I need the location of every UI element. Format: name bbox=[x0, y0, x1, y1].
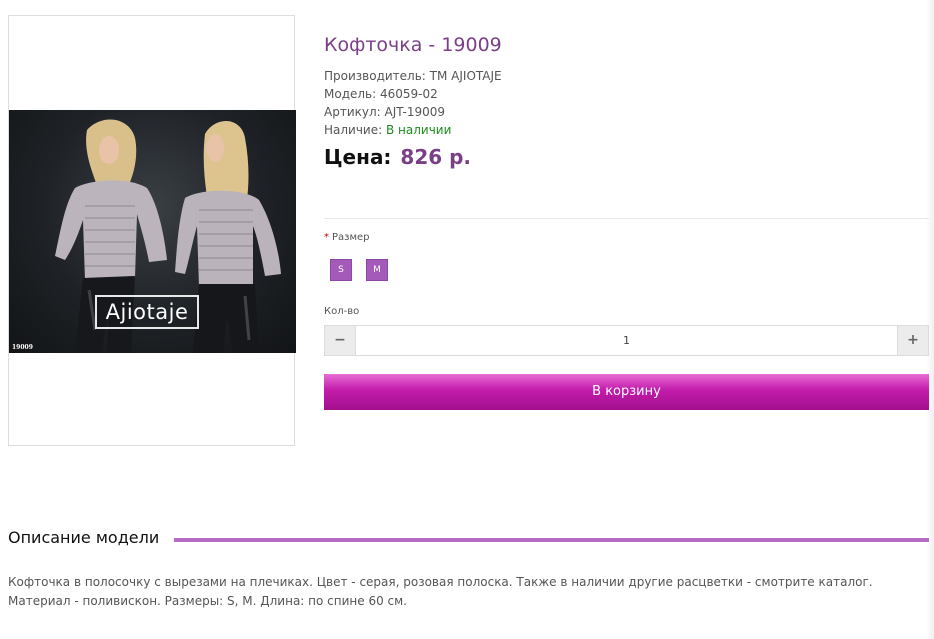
brand-logo: Ajiotaje bbox=[95, 295, 199, 329]
photo-code-label: 19009 bbox=[12, 344, 33, 351]
size-label-text: Размер bbox=[332, 232, 370, 243]
plus-icon: + bbox=[907, 332, 919, 348]
description-heading-rule bbox=[174, 538, 929, 542]
description-text: Кофточка в полосочку с вырезами на плечи… bbox=[8, 575, 873, 608]
size-option-m[interactable]: M bbox=[366, 259, 388, 281]
quantity-label: Кол-во bbox=[324, 306, 360, 317]
product-title: Кофточка - 19009 bbox=[324, 34, 502, 56]
manufacturer-label: Производитель: bbox=[324, 69, 426, 83]
required-mark: * bbox=[324, 232, 329, 243]
price-value: 826 р. bbox=[400, 145, 472, 169]
model-label: Модель: bbox=[324, 87, 377, 101]
sku-label: Артикул: bbox=[324, 105, 381, 119]
model-value: 46059-02 bbox=[380, 87, 438, 101]
product-image-frame[interactable]: Ajiotaje 19009 bbox=[8, 15, 296, 446]
minus-icon: − bbox=[334, 332, 346, 348]
product-specs: Производитель: ТМ AJIOTAJE Модель: 46059… bbox=[324, 67, 502, 139]
model-row: Модель: 46059-02 bbox=[324, 85, 502, 103]
description-heading: Описание модели bbox=[8, 528, 160, 547]
quantity-decrease-button[interactable]: − bbox=[325, 326, 356, 355]
product-photo[interactable]: Ajiotaje 19009 bbox=[9, 110, 296, 353]
manufacturer-row: Производитель: ТМ AJIOTAJE bbox=[324, 67, 502, 85]
quantity-stepper: − + bbox=[324, 325, 929, 356]
availability-status: В наличии bbox=[386, 123, 452, 137]
availability-label: Наличие: bbox=[324, 123, 383, 137]
price-label: Цена: bbox=[324, 145, 392, 169]
page-edge-shadow bbox=[926, 0, 934, 639]
quantity-input[interactable] bbox=[357, 326, 896, 355]
sku-value: AJT-19009 bbox=[384, 105, 445, 119]
availability-row: Наличие: В наличии bbox=[324, 121, 502, 139]
size-option-s[interactable]: S bbox=[330, 259, 352, 281]
manufacturer-value: ТМ AJIOTAJE bbox=[429, 69, 502, 83]
price: Цена: 826 р. bbox=[324, 145, 471, 169]
quantity-increase-button[interactable]: + bbox=[897, 326, 928, 355]
add-to-cart-button[interactable]: В корзину bbox=[324, 374, 929, 410]
options-divider bbox=[324, 218, 929, 219]
size-option-label: * Размер bbox=[324, 232, 370, 243]
sku-row: Артикул: AJT-19009 bbox=[324, 103, 502, 121]
